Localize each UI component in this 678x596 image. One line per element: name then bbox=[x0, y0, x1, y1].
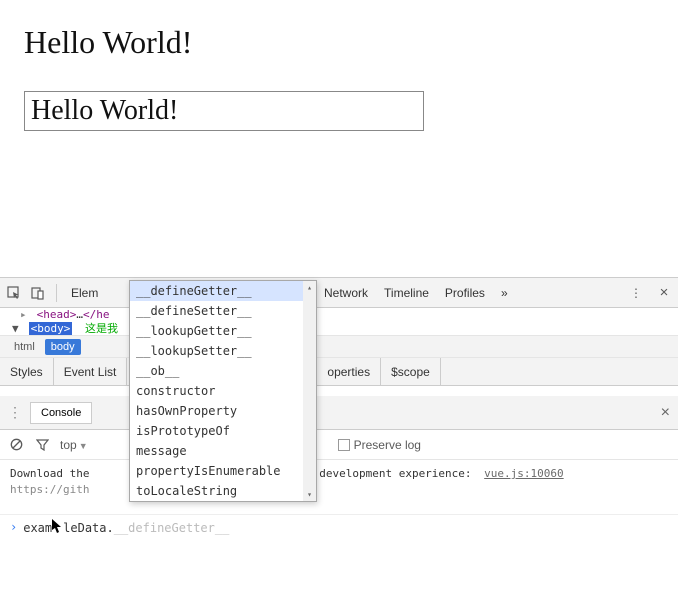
styles-tab-events[interactable]: Event List bbox=[54, 358, 128, 385]
styles-body-spacer bbox=[0, 386, 678, 396]
comment-text: 这是我 bbox=[85, 322, 118, 335]
scroll-down-icon[interactable]: ▾ bbox=[303, 488, 316, 501]
preserve-log[interactable]: Preserve log bbox=[338, 438, 421, 452]
tab-timeline[interactable]: Timeline bbox=[384, 286, 429, 300]
crumb-body[interactable]: body bbox=[45, 339, 81, 355]
autocomplete-item[interactable]: __lookupSetter__ bbox=[130, 341, 316, 361]
devtools-tabs: Elem bbox=[71, 286, 98, 300]
elements-tree[interactable]: ▸ <head>…</he ▼ <body> 这是我 bbox=[0, 308, 678, 336]
page-heading: Hello World! bbox=[24, 24, 654, 61]
drag-icon[interactable]: ⋮ bbox=[8, 404, 22, 421]
console-filter-bar: top▼ Preserve log bbox=[0, 430, 678, 460]
chevron-down-icon: ▼ bbox=[79, 441, 88, 451]
devtools-toolbar: Elem Network Timeline Profiles » ⋮ × bbox=[0, 278, 678, 308]
context-selector[interactable]: top▼ bbox=[60, 438, 88, 452]
triangle-icon[interactable]: ▸ bbox=[20, 308, 30, 322]
devtools-tabs-right: Network Timeline Profiles » bbox=[324, 286, 508, 300]
kebab-icon[interactable]: ⋮ bbox=[628, 285, 644, 301]
checkbox-icon[interactable] bbox=[338, 439, 350, 451]
tab-elements[interactable]: Elem bbox=[71, 286, 98, 300]
autocomplete-item[interactable]: __defineGetter__ bbox=[130, 281, 316, 301]
console-prompt[interactable]: › examleData.__defineGetter__ bbox=[0, 515, 678, 539]
styles-tab-scope[interactable]: $scope bbox=[381, 358, 441, 385]
console-bar: ⋮ Console × bbox=[0, 396, 678, 430]
close-icon[interactable]: × bbox=[656, 285, 672, 301]
autocomplete-item[interactable]: toLocaleString bbox=[130, 481, 316, 501]
prompt-caret-icon: › bbox=[10, 520, 17, 534]
autocomplete-item[interactable]: message bbox=[130, 441, 316, 461]
autocomplete-item[interactable]: isPrototypeOf bbox=[130, 421, 316, 441]
autocomplete-popup[interactable]: __defineGetter____defineSetter____lookup… bbox=[129, 280, 317, 502]
device-icon[interactable] bbox=[30, 285, 46, 301]
scrollbar[interactable]: ▴ ▾ bbox=[303, 281, 316, 501]
inspect-icon[interactable] bbox=[6, 285, 22, 301]
toolbar-right: ⋮ × bbox=[628, 285, 672, 301]
prompt-ghost: __defineGetter__ bbox=[114, 521, 230, 535]
autocomplete-item[interactable]: __lookupGetter__ bbox=[130, 321, 316, 341]
console-tab-button[interactable]: Console bbox=[30, 402, 92, 424]
filter-icon[interactable] bbox=[34, 437, 50, 453]
breadcrumb: html body bbox=[0, 336, 678, 358]
autocomplete-item[interactable]: __defineSetter__ bbox=[130, 301, 316, 321]
tab-network[interactable]: Network bbox=[324, 286, 368, 300]
console-close-icon[interactable]: × bbox=[661, 404, 670, 422]
webpage-viewport: Hello World! bbox=[0, 0, 678, 277]
prompt-input-text[interactable]: examleData.__defineGetter__ bbox=[23, 519, 229, 535]
triangle-down-icon[interactable]: ▼ bbox=[12, 322, 22, 336]
console-log: Download the ter development experience:… bbox=[0, 460, 678, 515]
log-text-1b: ter development experience: bbox=[293, 467, 472, 480]
ellipsis: … bbox=[76, 308, 83, 321]
scroll-up-icon[interactable]: ▴ bbox=[303, 281, 316, 294]
autocomplete-item[interactable]: hasOwnProperty bbox=[130, 401, 316, 421]
log-text-1a: Download the bbox=[10, 467, 89, 480]
separator bbox=[56, 284, 57, 302]
styles-tabs: Styles Event List operties $scope bbox=[0, 358, 678, 386]
tab-more[interactable]: » bbox=[501, 286, 508, 300]
crumb-html[interactable]: html bbox=[8, 339, 41, 355]
autocomplete-item[interactable]: constructor bbox=[130, 381, 316, 401]
head-close-tag: </he bbox=[83, 308, 110, 321]
body-tag-selected[interactable]: <body> bbox=[29, 322, 73, 335]
autocomplete-item[interactable]: __ob__ bbox=[130, 361, 316, 381]
log-source-link[interactable]: vue.js:10060 bbox=[484, 467, 563, 480]
hello-input[interactable] bbox=[24, 91, 424, 131]
clear-icon[interactable] bbox=[8, 437, 24, 453]
autocomplete-item[interactable]: propertyIsEnumerable bbox=[130, 461, 316, 481]
styles-tab-styles[interactable]: Styles bbox=[0, 358, 54, 385]
tab-profiles[interactable]: Profiles bbox=[445, 286, 485, 300]
log-text-2a: https://gith bbox=[10, 483, 89, 496]
head-open-tag: <head> bbox=[37, 308, 77, 321]
devtools-panel: Elem Network Timeline Profiles » ⋮ × ▸ <… bbox=[0, 277, 678, 596]
